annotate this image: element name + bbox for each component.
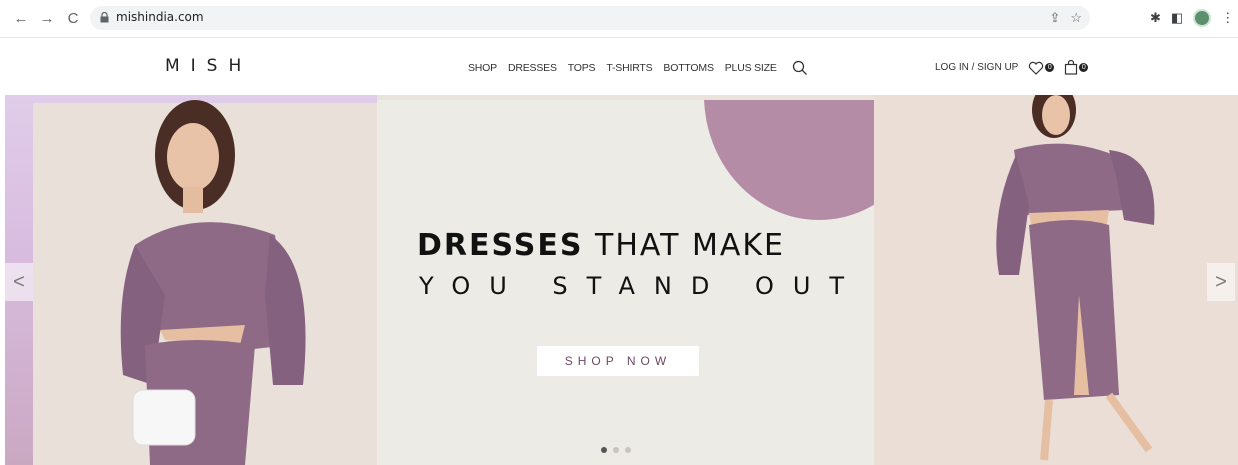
wishlist-button[interactable]: 0 bbox=[1028, 61, 1055, 75]
hero-headline: DRESSES THAT MAKE bbox=[417, 228, 785, 263]
nav-shop[interactable]: SHOP bbox=[468, 62, 497, 74]
nav-plus-size[interactable]: PLUS SIZE bbox=[725, 62, 777, 74]
wishlist-count: 0 bbox=[1045, 63, 1055, 72]
carousel-dot[interactable] bbox=[601, 447, 607, 453]
cart-button[interactable]: 0 bbox=[1064, 60, 1089, 75]
nav-tops[interactable]: TOPS bbox=[568, 62, 596, 74]
hero-center-panel: DRESSES THAT MAKE YOU STAND OUT SHOP NOW bbox=[377, 100, 874, 465]
main-nav: SHOP DRESSES TOPS T-SHIRTS BOTTOMS PLUS … bbox=[468, 60, 808, 76]
carousel-dots bbox=[601, 447, 631, 453]
cart-count: 0 bbox=[1079, 63, 1089, 72]
reload-button[interactable]: C bbox=[64, 10, 82, 28]
carousel-dot[interactable] bbox=[613, 447, 619, 453]
back-button[interactable]: ← bbox=[12, 10, 30, 28]
profile-icon[interactable] bbox=[1193, 9, 1212, 27]
extension-icon[interactable]: ✱ bbox=[1150, 10, 1161, 26]
shop-now-button[interactable]: SHOP NOW bbox=[537, 346, 699, 376]
forward-button[interactable]: → bbox=[38, 10, 56, 28]
nav-bottoms[interactable]: BOTTOMS bbox=[663, 62, 714, 74]
hero-right-panel bbox=[874, 95, 1238, 465]
bag-icon bbox=[1065, 60, 1078, 75]
sidepanel-icon[interactable]: ◧ bbox=[1171, 10, 1183, 26]
carousel-prev-button[interactable]: < bbox=[5, 263, 33, 301]
carousel-next-button[interactable]: > bbox=[1207, 263, 1235, 301]
address-bar[interactable]: mishindia.com ⇪ ☆ bbox=[90, 6, 1090, 30]
carousel-dot[interactable] bbox=[625, 447, 631, 453]
decorative-arc bbox=[704, 100, 874, 220]
nav-tshirts[interactable]: T-SHIRTS bbox=[606, 62, 652, 74]
site-logo[interactable]: MISH bbox=[165, 56, 252, 76]
site-header: MISH SHOP DRESSES TOPS T-SHIRTS BOTTOMS … bbox=[0, 38, 1238, 94]
hero-banner[interactable]: DRESSES THAT MAKE YOU STAND OUT SHOP NOW… bbox=[5, 95, 1238, 465]
search-icon[interactable] bbox=[792, 60, 808, 76]
model-right-image bbox=[996, 95, 1155, 461]
url-text: mishindia.com bbox=[116, 10, 204, 24]
browser-toolbar: ← → C mishindia.com ⇪ ☆ ✱ ◧ ⋮ bbox=[0, 0, 1238, 38]
browser-menu-icon[interactable]: ⋮ bbox=[1221, 10, 1234, 26]
nav-dresses[interactable]: DRESSES bbox=[508, 62, 557, 74]
model-left-image bbox=[120, 100, 306, 465]
star-icon[interactable]: ☆ bbox=[1070, 10, 1082, 26]
share-icon[interactable]: ⇪ bbox=[1049, 10, 1060, 26]
hero-headline-rest: THAT MAKE bbox=[583, 228, 785, 263]
heart-icon bbox=[1029, 61, 1044, 75]
hero-subheadline: YOU STAND OUT bbox=[419, 272, 864, 300]
account-area: LOG IN / SIGN UP 0 0 bbox=[935, 60, 1089, 75]
login-signup-link[interactable]: LOG IN / SIGN UP bbox=[935, 62, 1018, 73]
hero-headline-bold: DRESSES bbox=[417, 228, 584, 263]
hero-left-panel bbox=[5, 95, 377, 465]
lock-icon bbox=[100, 12, 109, 23]
